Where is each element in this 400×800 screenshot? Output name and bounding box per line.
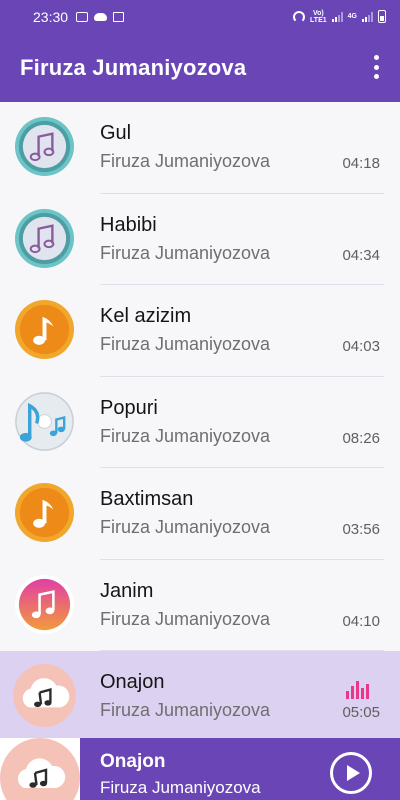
- pink-note-disc-icon: [13, 573, 76, 636]
- app-bar: Firuza Jumaniyozova: [0, 33, 400, 102]
- equalizer-icon: [346, 679, 370, 699]
- song-row[interactable]: Kel azizim Firuza Jumaniyozova 04:03: [0, 285, 400, 377]
- song-duration: 05:05: [342, 704, 380, 721]
- song-row[interactable]: Janim Firuza Jumaniyozova 04:10: [0, 560, 400, 652]
- battery-icon: [378, 10, 386, 23]
- song-artist: Firuza Jumaniyozova: [100, 425, 271, 446]
- song-row[interactable]: Baxtimsan Firuza Jumaniyozova 03:56: [0, 468, 400, 560]
- now-playing-title: Onajon: [100, 751, 166, 772]
- song-duration: 03:56: [342, 521, 380, 538]
- cloud-icon: [94, 12, 108, 21]
- song-row[interactable]: Habibi Firuza Jumaniyozova 04:34: [0, 194, 400, 286]
- now-playing-bar[interactable]: Onajon Firuza Jumaniyozova: [0, 738, 400, 800]
- now-playing-art: [0, 738, 80, 800]
- blue-notes-cd-icon: [13, 390, 76, 453]
- song-artist: Firuza Jumaniyozova: [100, 151, 271, 171]
- data-label: 4G: [347, 13, 357, 20]
- status-bar: 23:30 Vo) LTE1 4G: [0, 0, 400, 33]
- song-list: Gul Firuza Jumaniyozova 04:18 Habibi Firuza …: [0, 102, 400, 743]
- image-icon: [113, 11, 125, 22]
- more-vert-icon[interactable]: [372, 55, 380, 79]
- song-artist: Firuza Jumaniyozova: [100, 334, 271, 354]
- song-duration: 04:18: [342, 155, 380, 172]
- teal-note-disc-icon: [13, 115, 76, 178]
- song-row[interactable]: Onajon Firuza Jumaniyozova 05:05: [0, 651, 400, 743]
- song-title: Janim: [100, 579, 154, 602]
- song-title: Popuri: [100, 396, 158, 419]
- song-duration: 04:34: [342, 246, 380, 264]
- orange-note-disc-icon: [13, 298, 76, 361]
- cloud-note-icon: [17, 758, 66, 788]
- song-row[interactable]: Popuri Firuza Jumaniyozova 08:26: [0, 377, 400, 469]
- app-title: Firuza Jumaniyozova: [20, 54, 247, 80]
- signal-icon: [362, 11, 373, 22]
- song-title: Baxtimsan: [100, 488, 194, 510]
- screen-icon: [76, 11, 89, 22]
- status-time: 23:30: [33, 8, 69, 25]
- song-duration: 08:26: [342, 429, 380, 447]
- cloud-note-icon: [13, 664, 76, 727]
- signal-icon: [331, 11, 343, 22]
- volte-label: Vo) LTE1: [310, 9, 327, 24]
- song-row[interactable]: Gul Firuza Jumaniyozova 04:18: [0, 102, 400, 194]
- orange-note-disc-icon: [13, 481, 76, 544]
- song-artist: Firuza Jumaniyozova: [100, 700, 271, 720]
- song-artist: Firuza Jumaniyozova: [100, 608, 271, 629]
- teal-note-disc-icon: [13, 207, 76, 270]
- song-artist: Firuza Jumaniyozova: [100, 517, 271, 537]
- song-duration: 04:10: [342, 612, 380, 630]
- hotspot-icon: [293, 10, 306, 23]
- song-title: Gul: [100, 122, 132, 144]
- song-duration: 04:03: [342, 338, 380, 355]
- song-artist: Firuza Jumaniyozova: [100, 242, 271, 263]
- song-title: Kel azizim: [100, 305, 192, 327]
- play-button[interactable]: [330, 752, 372, 794]
- now-playing-artist: Firuza Jumaniyozova: [100, 778, 261, 797]
- song-title: Habibi: [100, 213, 157, 236]
- song-title: Onajon: [100, 671, 165, 693]
